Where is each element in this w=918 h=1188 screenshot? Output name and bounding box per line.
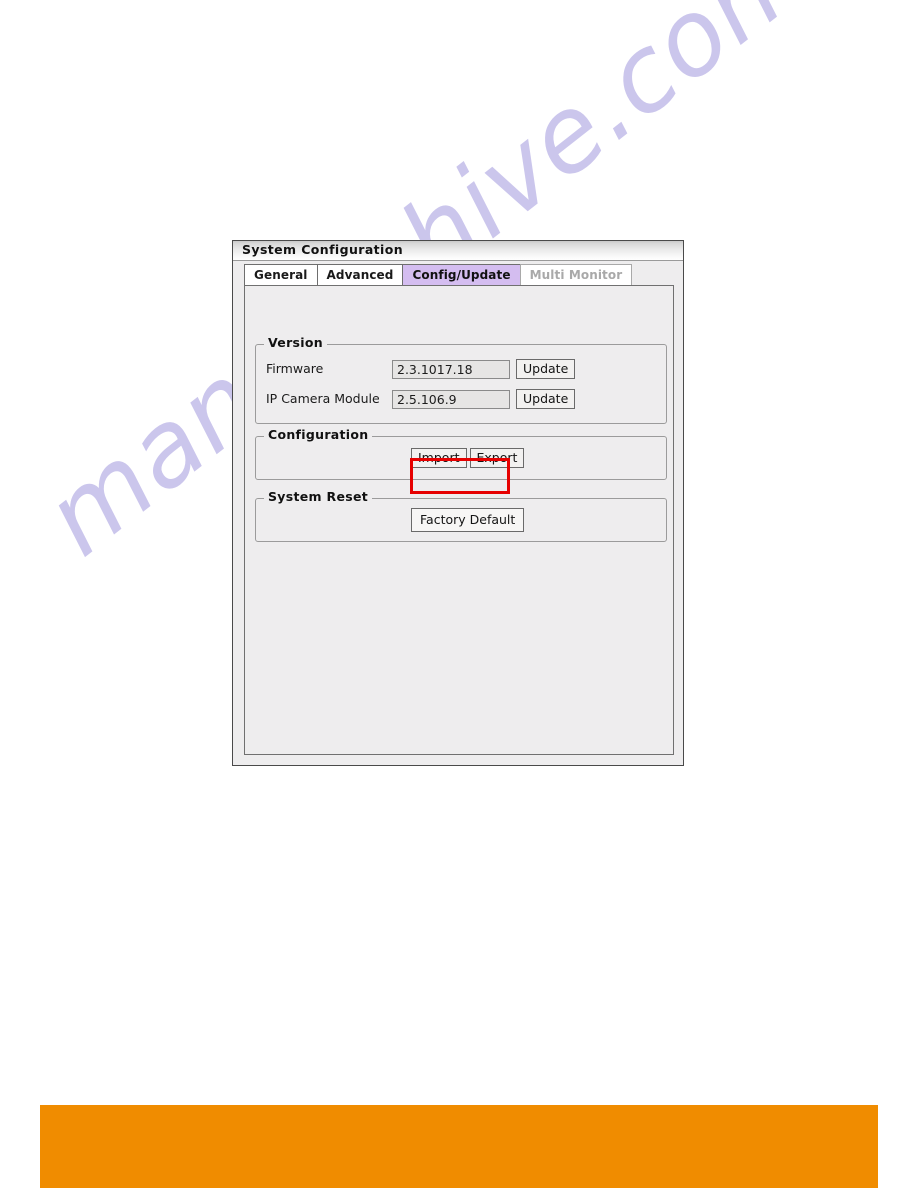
tab-config-update-label: Config/Update [412, 268, 511, 282]
tab-config-update[interactable]: Config/Update [402, 264, 521, 285]
footer-orange-bar [40, 1105, 878, 1188]
system-reset-group: System Reset Factory Default [255, 490, 667, 542]
ip-camera-module-label: IP Camera Module [266, 390, 380, 406]
tab-advanced[interactable]: Advanced [316, 264, 404, 285]
import-button[interactable]: Import [411, 448, 467, 468]
system-configuration-dialog: System Configuration General Advanced Co… [232, 240, 684, 766]
tab-advanced-label: Advanced [326, 268, 394, 282]
dialog-titlebar: System Configuration [233, 241, 683, 261]
system-reset-button-strip: Factory Default [411, 508, 525, 532]
dialog-title: System Configuration [242, 242, 403, 258]
configuration-group: Configuration Import Export [255, 428, 667, 480]
tab-general-label: General [254, 268, 308, 282]
firmware-row: Firmware 2.3.1017.18 Update [266, 359, 576, 379]
tab-multi-monitor: Multi Monitor [519, 264, 633, 285]
ip-camera-module-update-button[interactable]: Update [516, 389, 576, 409]
firmware-update-button[interactable]: Update [516, 359, 576, 379]
tab-strip: General Advanced Config/Update Multi Mon… [244, 264, 683, 285]
configuration-button-strip: Import Export [411, 448, 525, 468]
tab-multi-monitor-label: Multi Monitor [529, 268, 623, 282]
version-group: Version Firmware 2.3.1017.18 Update IP C… [255, 336, 667, 424]
tab-general[interactable]: General [244, 264, 318, 285]
firmware-label: Firmware [266, 360, 324, 376]
config-update-panel: Version Firmware 2.3.1017.18 Update IP C… [244, 285, 674, 755]
system-reset-group-title: System Reset [264, 490, 373, 504]
ip-camera-module-row: IP Camera Module 2.5.106.9 Update [266, 389, 576, 409]
export-button[interactable]: Export [469, 448, 525, 468]
version-group-title: Version [264, 336, 327, 350]
ip-camera-module-version-field: 2.5.106.9 [392, 389, 510, 409]
configuration-group-title: Configuration [264, 428, 373, 442]
factory-default-button[interactable]: Factory Default [411, 508, 525, 532]
firmware-version-field: 2.3.1017.18 [392, 359, 510, 379]
